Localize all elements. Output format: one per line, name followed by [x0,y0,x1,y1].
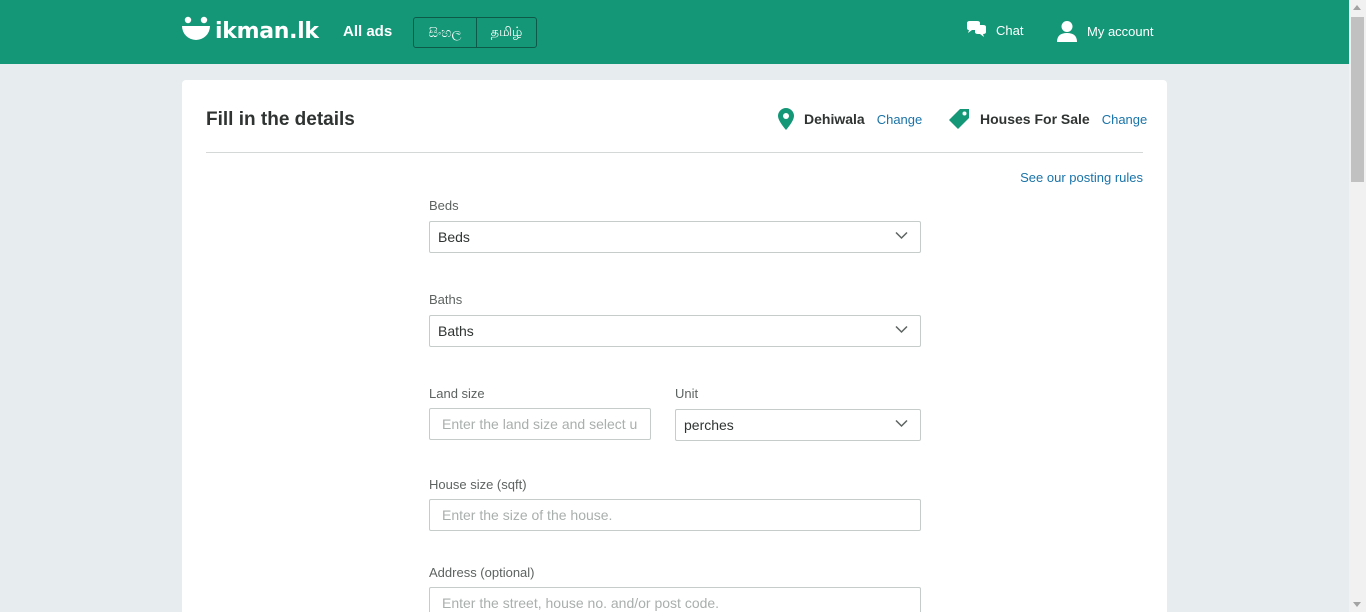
address-input[interactable] [429,587,921,612]
chevron-down-icon [895,231,908,240]
land-size-label: Land size [429,386,485,401]
tag-icon [948,108,970,130]
post-ad-form-card: Fill in the details Dehiwala Change Hous… [182,80,1167,612]
chat-label: Chat [996,22,1024,38]
chat-link[interactable]: Chat [965,20,1023,40]
selected-location: Dehiwala Change [778,108,922,130]
header-divider [206,152,1143,153]
page-scrollbar[interactable] [1349,0,1366,612]
change-location-link[interactable]: Change [877,112,923,127]
smiley-logo-icon [181,16,211,46]
scrollbar-thumb[interactable] [1351,17,1364,182]
beds-select-value: Beds [438,229,470,245]
house-size-input[interactable] [429,499,921,531]
language-tamil-button[interactable]: தமிழ் [476,18,536,47]
baths-label: Baths [429,292,463,307]
unit-select[interactable]: perches [675,409,921,441]
unit-label: Unit [675,386,699,401]
location-pin-icon [778,108,794,130]
land-size-input[interactable] [429,408,651,440]
scroll-up-arrow-icon[interactable] [1353,5,1361,10]
house-size-label: House size (sqft) [429,477,527,492]
unit-select-value: perches [684,417,734,433]
page-title: Fill in the details [206,109,355,130]
selected-category: Houses For Sale Change [948,108,1147,130]
my-account-link[interactable]: My account [1056,20,1153,42]
beds-label: Beds [429,198,459,213]
chevron-down-icon [895,419,908,428]
scroll-down-arrow-icon[interactable] [1353,602,1361,607]
address-label: Address (optional) [429,565,535,580]
posting-rules-link[interactable]: See our posting rules [1020,170,1143,185]
my-account-label: My account [1087,23,1154,39]
chevron-down-icon [895,325,908,334]
site-logo[interactable]: ikman.lk [181,14,319,48]
user-icon [1056,20,1078,42]
baths-select[interactable]: Baths [429,315,921,347]
top-navigation-bar: ikman.lk All ads සිංහල தமிழ் Chat My acc… [0,0,1349,64]
change-category-link[interactable]: Change [1102,112,1148,127]
language-switcher: සිංහල தமிழ் [413,17,537,48]
beds-select[interactable]: Beds [429,221,921,253]
all-ads-link[interactable]: All ads [343,23,392,40]
category-label: Houses For Sale [980,111,1090,127]
baths-select-value: Baths [438,323,474,339]
logo-text: ikman.lk [215,18,319,44]
chat-bubbles-icon [965,20,987,40]
location-label: Dehiwala [804,111,865,127]
language-sinhala-button[interactable]: සිංහල [414,18,476,47]
